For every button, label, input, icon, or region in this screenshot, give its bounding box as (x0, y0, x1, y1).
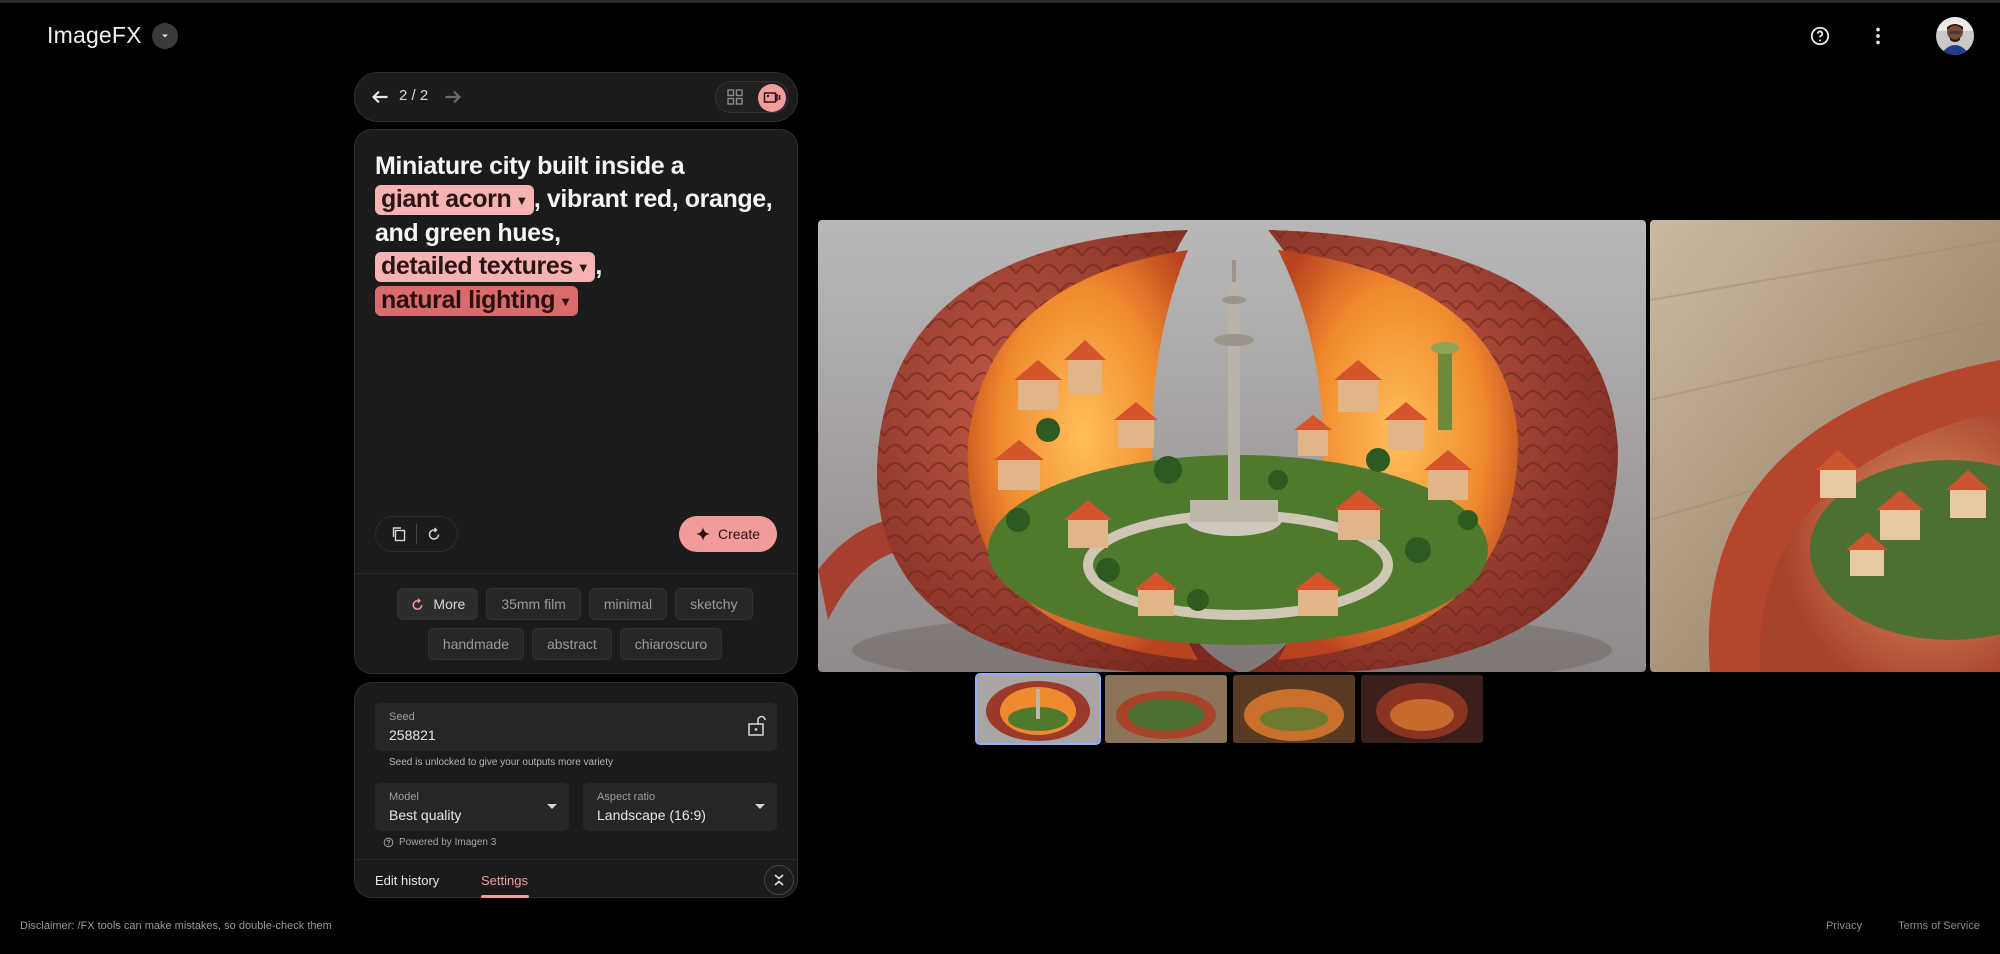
seed-value[interactable]: 258821 (389, 727, 436, 743)
powered-by-label: Powered by Imagen 3 (399, 837, 497, 848)
suggestion-chip[interactable]: 35mm film (486, 588, 581, 620)
header-actions (1802, 17, 1974, 55)
dropdown-arrow-icon (755, 804, 765, 809)
disclaimer: Disclaimer: /FX tools can make mistakes,… (20, 920, 332, 932)
aspect-ratio-value: Landscape (16:9) (597, 807, 706, 823)
thumbnail[interactable] (1233, 675, 1355, 743)
collapse-panel-button[interactable] (764, 865, 794, 895)
thumbnail[interactable] (975, 673, 1101, 745)
prompt-chip[interactable]: natural lighting ▼ (375, 285, 578, 316)
prompt-chip-label: natural lighting (381, 285, 556, 314)
seed-note: Seed is unlocked to give your outputs mo… (389, 757, 614, 768)
copy-icon (392, 527, 406, 542)
dropdown-arrow-icon (547, 804, 557, 809)
refresh-icon (428, 527, 440, 540)
collapse-icon (774, 874, 784, 886)
grid-icon (727, 89, 743, 105)
prompt-panel: Miniature city built inside a giant acor… (354, 129, 798, 674)
aspect-ratio-label: Aspect ratio (597, 791, 656, 803)
privacy-link[interactable]: Privacy (1826, 920, 1862, 932)
thumbnail-strip (975, 673, 1483, 745)
model-value: Best quality (389, 807, 462, 823)
terms-link[interactable]: Terms of Service (1898, 920, 1980, 932)
suggestion-chip[interactable]: sketchy (675, 588, 753, 620)
reset-prompt-button[interactable] (417, 517, 451, 551)
model-select[interactable]: Model Best quality (375, 783, 569, 831)
seed-field[interactable]: Seed 258821 (375, 703, 777, 751)
chevron-down-icon: ▼ (559, 293, 572, 309)
app-switcher-button[interactable] (151, 22, 178, 49)
footer-links: Privacy Terms of Service (1826, 920, 1980, 932)
chevron-down-icon: ▼ (515, 192, 528, 208)
sparkle-icon (695, 527, 710, 541)
copy-prompt-button[interactable] (382, 517, 416, 551)
divider (355, 859, 797, 860)
suggestion-chip[interactable]: abstract (531, 628, 612, 660)
help-circle-icon[interactable] (383, 837, 394, 848)
next-button[interactable] (440, 84, 466, 115)
thumbnail-image (1233, 675, 1355, 743)
more-label: More (433, 596, 466, 612)
view-toggle (715, 81, 789, 113)
more-options-button[interactable] (1860, 18, 1896, 54)
grid-view-button[interactable] (726, 88, 744, 111)
help-button[interactable] (1802, 18, 1838, 54)
help-circle-icon (1810, 26, 1830, 46)
arrow-left-icon (371, 90, 388, 104)
settings-panel: Seed 258821 Seed is unlocked to give you… (354, 682, 798, 898)
seed-lock-button[interactable] (747, 715, 767, 742)
generated-image-main[interactable] (818, 220, 1646, 672)
thumbnail[interactable] (1361, 675, 1483, 743)
active-tab-indicator (481, 895, 529, 898)
suggestion-chip[interactable]: handmade (427, 628, 524, 660)
prompt-text-segment: Miniature city built inside a (375, 152, 685, 180)
create-button-label: Create (717, 526, 761, 542)
thumbnail-image (1105, 675, 1227, 743)
tab-edit-history[interactable]: Edit history (375, 873, 439, 888)
prompt-chip-label: detailed textures (381, 251, 573, 280)
suggestion-chip[interactable]: chiaroscuro (619, 628, 723, 660)
suggestion-chip[interactable]: minimal (588, 588, 668, 620)
image-navigation: 2 / 2 (354, 72, 798, 122)
top-border (0, 0, 2000, 3)
divider (355, 573, 797, 574)
seed-label: Seed (389, 711, 415, 723)
bowl-city-image (1650, 220, 2000, 672)
prompt-chip[interactable]: detailed textures ▼ (375, 251, 596, 282)
thumbnail-image (977, 675, 1099, 743)
image-counter: 2 / 2 (399, 87, 429, 104)
prompt-chip-label: giant acorn (381, 185, 512, 213)
unlock-icon (748, 715, 766, 736)
model-label: Model (389, 791, 419, 803)
app-title: ImageFX (47, 22, 142, 48)
create-button[interactable]: Create (679, 516, 777, 552)
chevron-down-icon (161, 34, 168, 37)
acorn-city-image (818, 220, 1646, 672)
user-avatar-icon (1936, 17, 1974, 55)
chevron-down-icon: ▼ (576, 259, 590, 275)
prompt-tools (375, 516, 458, 552)
brand: ImageFX (47, 22, 178, 49)
tab-settings[interactable]: Settings (481, 873, 528, 888)
single-view-button[interactable] (758, 84, 786, 112)
thumbnail-image (1361, 675, 1483, 743)
thumbnail[interactable] (1105, 675, 1227, 743)
arrow-right-icon (445, 90, 462, 104)
prompt-text-segment: , (595, 251, 602, 280)
previous-button[interactable] (367, 84, 393, 115)
prompt-editor[interactable]: Miniature city built inside a giant acor… (375, 150, 785, 318)
more-vert-icon (1876, 27, 1880, 45)
generated-image-next[interactable] (1650, 220, 2000, 672)
refresh-icon (412, 597, 423, 610)
avatar[interactable] (1936, 17, 1974, 55)
carousel-view-icon (763, 92, 781, 103)
style-suggestions: More 35mm film minimal sketchy handmade … (385, 588, 765, 660)
aspect-ratio-select[interactable]: Aspect ratio Landscape (16:9) (583, 783, 777, 831)
powered-by: Powered by Imagen 3 (383, 837, 496, 848)
prompt-chip[interactable]: giant acorn ▼ (375, 185, 534, 215)
more-suggestions-button[interactable]: More (397, 588, 479, 620)
